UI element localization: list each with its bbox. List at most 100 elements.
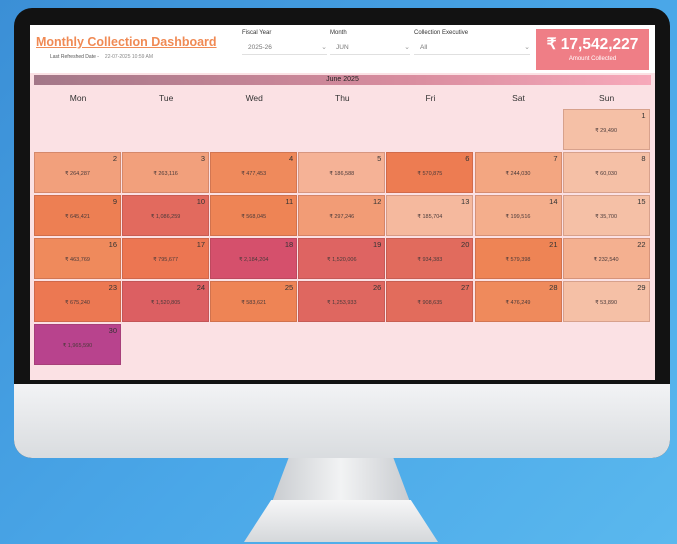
- day-amount: ₹ 1,253,933: [327, 300, 357, 306]
- chevron-down-icon: ⌄: [524, 44, 530, 51]
- day-number: 2: [112, 154, 117, 163]
- calendar-day-cell[interactable]: 14 ₹ 199,516: [474, 195, 562, 236]
- calendar-day-cell[interactable]: 1 ₹ 29,490: [562, 109, 650, 150]
- day-amount: ₹ 244,030: [505, 171, 531, 177]
- dashboard-header: Monthly Collection Dashboard Last Refres…: [30, 25, 655, 73]
- fiscal-year-value: 2025-26: [248, 43, 272, 51]
- calendar-day-cell[interactable]: 2 ₹ 264,287: [34, 152, 121, 193]
- day-amount: ₹ 185,704: [417, 214, 443, 220]
- calendar-day-cell[interactable]: 25 ₹ 583,621: [210, 281, 298, 322]
- month-select[interactable]: JUN ⌄: [330, 41, 410, 55]
- day-number: 20: [461, 240, 470, 249]
- day-number: 12: [372, 197, 382, 206]
- day-number: 21: [549, 240, 558, 249]
- day-number: 15: [637, 197, 646, 206]
- calendar-day-cell[interactable]: 28 ₹ 476,249: [474, 281, 562, 322]
- day-amount: ₹ 60,030: [595, 171, 618, 177]
- calendar-day-cell[interactable]: 29 ₹ 53,890: [562, 281, 650, 322]
- day-amount: ₹ 1,086,259: [150, 214, 181, 220]
- calendar-day-cell[interactable]: 20 ₹ 934,383: [386, 238, 474, 279]
- day-amount: ₹ 908,635: [417, 300, 443, 306]
- day-amount: ₹ 297,246: [329, 214, 355, 220]
- calendar-day-cell[interactable]: 21 ₹ 579,398: [474, 238, 562, 279]
- calendar-day-cell[interactable]: 9 ₹ 645,421: [34, 195, 121, 236]
- day-amount: ₹ 1,520,805: [150, 300, 181, 306]
- executive-label: Collection Executive: [414, 30, 469, 36]
- calendar-month-title: June 2025: [34, 75, 651, 85]
- calendar-day-cell[interactable]: 15 ₹ 35,700: [562, 195, 650, 236]
- month-filter: Month JUN ⌄: [330, 30, 410, 55]
- last-refreshed-label: Last Refreshed Date -: [50, 54, 99, 60]
- day-amount: ₹ 476,249: [505, 300, 531, 306]
- calendar-day-cell[interactable]: 12 ₹ 297,246: [298, 195, 386, 236]
- fiscal-year-select[interactable]: 2025-26 ⌄: [242, 41, 327, 55]
- calendar-day-cell[interactable]: 10 ₹ 1,086,259: [122, 195, 210, 236]
- day-number: 25: [284, 283, 294, 292]
- calendar-day-cell[interactable]: 8 ₹ 60,030: [562, 152, 650, 193]
- calendar-day-cell[interactable]: 17 ₹ 795,677: [122, 238, 210, 279]
- calendar-day-cell[interactable]: 26 ₹ 1,253,933: [298, 281, 386, 322]
- amount-collected-card[interactable]: ₹ 17,542,227 Amount Collected: [536, 29, 649, 70]
- day-amount: ₹ 645,421: [65, 214, 90, 220]
- day-number: 5: [377, 154, 382, 163]
- day-number: 26: [372, 283, 382, 292]
- calendar-day-cell[interactable]: 4 ₹ 477,453: [210, 152, 298, 193]
- day-number: 24: [196, 283, 206, 292]
- weekday-sat: Sat: [512, 93, 525, 103]
- last-refreshed-value: 22-07-2025 10:59 AM: [104, 54, 154, 60]
- calendar-day-cell[interactable]: 7 ₹ 244,030: [474, 152, 562, 193]
- day-number: 6: [465, 154, 470, 163]
- weekday-header: Mon Tue Wed Thu Fri Sat Sun: [34, 87, 651, 109]
- weekday-sun: Sun: [599, 93, 615, 103]
- day-number: 29: [637, 283, 646, 292]
- calendar-day-cell[interactable]: 19 ₹ 1,520,006: [298, 238, 386, 279]
- day-amount: ₹ 53,890: [595, 300, 618, 306]
- day-number: 4: [289, 154, 294, 163]
- day-amount: ₹ 1,520,006: [327, 257, 357, 263]
- executive-select[interactable]: All ⌄: [414, 41, 530, 55]
- monitor-stand-neck: [272, 458, 410, 502]
- calendar-day-cell[interactable]: 13 ₹ 185,704: [386, 195, 474, 236]
- amount-collected-caption: Amount Collected: [568, 56, 617, 62]
- day-amount: ₹ 675,240: [65, 300, 90, 306]
- dashboard-screen: Monthly Collection Dashboard Last Refres…: [30, 25, 655, 380]
- day-amount: ₹ 934,383: [417, 257, 443, 263]
- executive-value: All: [420, 43, 428, 51]
- day-number: 30: [108, 326, 117, 335]
- calendar-day-cell[interactable]: 23 ₹ 675,240: [34, 281, 121, 322]
- day-number: 10: [196, 197, 206, 206]
- executive-filter: Collection Executive All ⌄: [414, 30, 530, 55]
- day-amount: ₹ 199,516: [505, 214, 531, 220]
- chevron-down-icon: ⌄: [404, 44, 410, 51]
- chevron-down-icon: ⌄: [321, 44, 327, 51]
- day-number: 17: [196, 240, 206, 249]
- day-number: 14: [549, 197, 558, 206]
- calendar-day-cell[interactable]: 6 ₹ 570,875: [386, 152, 474, 193]
- calendar-day-cell[interactable]: 3 ₹ 263,116: [122, 152, 210, 193]
- calendar-day-cell[interactable]: 22 ₹ 232,540: [562, 238, 650, 279]
- last-refreshed: Last Refreshed Date - 22-07-2025 10:59 AM: [50, 54, 153, 60]
- day-number: 9: [112, 197, 117, 206]
- calendar-day-cell[interactable]: 18 ₹ 2,184,204: [210, 238, 298, 279]
- weekday-tue: Tue: [158, 93, 174, 103]
- weekday-wed: Wed: [245, 93, 263, 103]
- calendar-day-cell[interactable]: 24 ₹ 1,520,805: [122, 281, 210, 322]
- calendar-day-cell[interactable]: 30 ₹ 1,965,590: [34, 324, 121, 365]
- day-amount: ₹ 477,453: [241, 171, 267, 177]
- fiscal-year-filter: Fiscal Year 2025-26 ⌄: [242, 30, 327, 55]
- dashboard-title[interactable]: Monthly Collection Dashboard: [36, 35, 217, 49]
- day-amount: ₹ 186,588: [329, 171, 355, 177]
- day-amount: ₹ 463,769: [65, 257, 90, 263]
- day-amount: ₹ 35,700: [595, 214, 618, 220]
- calendar-day-cell[interactable]: 5 ₹ 186,588: [298, 152, 386, 193]
- day-amount: ₹ 568,045: [241, 214, 267, 220]
- day-number: 28: [549, 283, 558, 292]
- day-number: 7: [553, 154, 558, 163]
- day-amount: ₹ 264,287: [65, 171, 90, 177]
- day-number: 18: [284, 240, 294, 249]
- calendar-day-cell[interactable]: 11 ₹ 568,045: [210, 195, 298, 236]
- calendar-day-cell[interactable]: 16 ₹ 463,769: [34, 238, 121, 279]
- monitor-stand-base: [244, 500, 438, 542]
- weekday-mon: Mon: [69, 93, 87, 103]
- calendar-day-cell[interactable]: 27 ₹ 908,635: [386, 281, 474, 322]
